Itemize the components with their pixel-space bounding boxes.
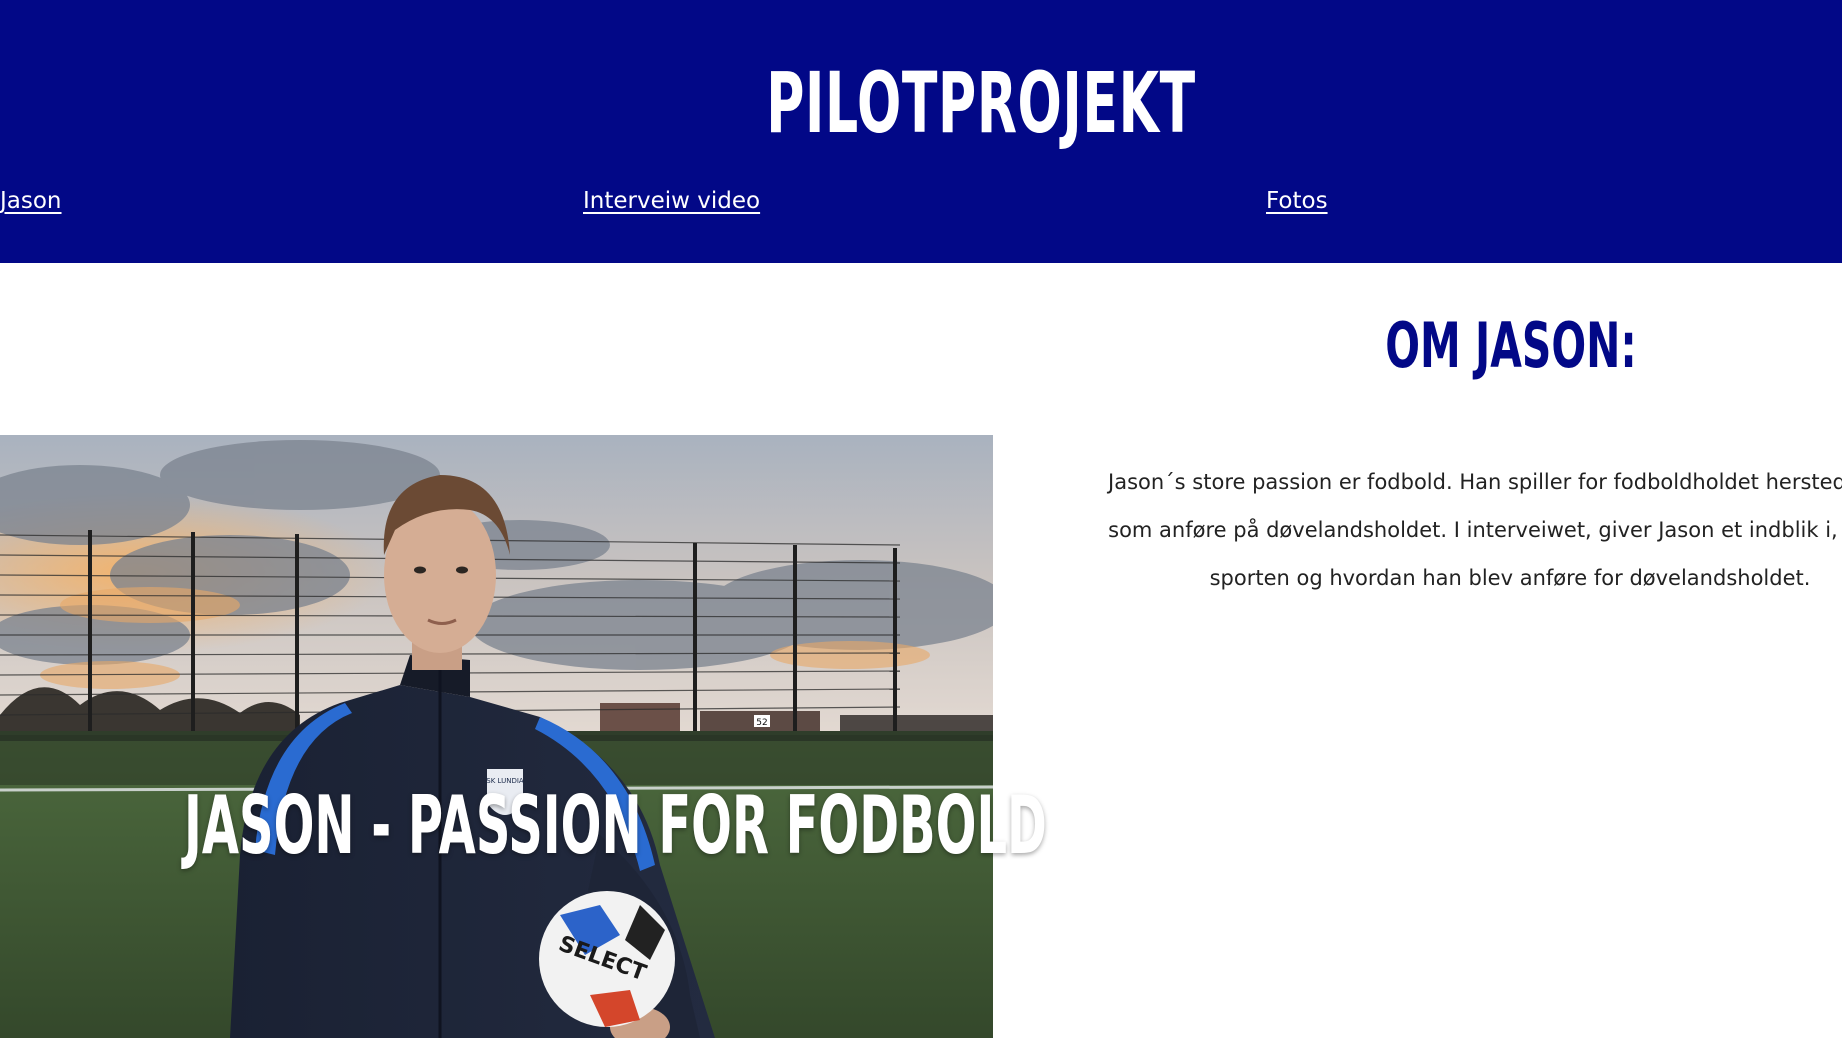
hero-photo: 52 SK LUNDIA SELECT: [0, 435, 993, 1038]
fence-number: 52: [756, 718, 767, 728]
nav-link-jason[interactable]: Jason: [0, 186, 62, 216]
nav-link-interview-video[interactable]: Interveiw video: [583, 186, 760, 216]
about-line-2: som anføre på døvelandsholdet. I interve…: [1108, 518, 1842, 542]
page: PILOTPROJEKT Jason Interveiw video Fotos: [0, 0, 1842, 1038]
about-heading: OM JASON:: [1385, 309, 1637, 382]
about-line-3: sporten og hvordan han blev anføre for d…: [1209, 566, 1811, 590]
about-description: Jason´s store passion er fodbold. Han sp…: [1000, 458, 1842, 602]
nav-link-fotos[interactable]: Fotos: [1266, 186, 1328, 216]
site-title: PILOTPROJEKT: [766, 54, 1196, 152]
about-line-1: Jason´s store passion er fodbold. Han sp…: [1108, 470, 1842, 494]
site-header: PILOTPROJEKT Jason Interveiw video Fotos: [0, 0, 1842, 263]
hero-photo-illustration: 52 SK LUNDIA SELECT: [0, 435, 993, 1038]
hero-caption: JASON - PASSION FOR FODBOLD: [184, 779, 1047, 872]
